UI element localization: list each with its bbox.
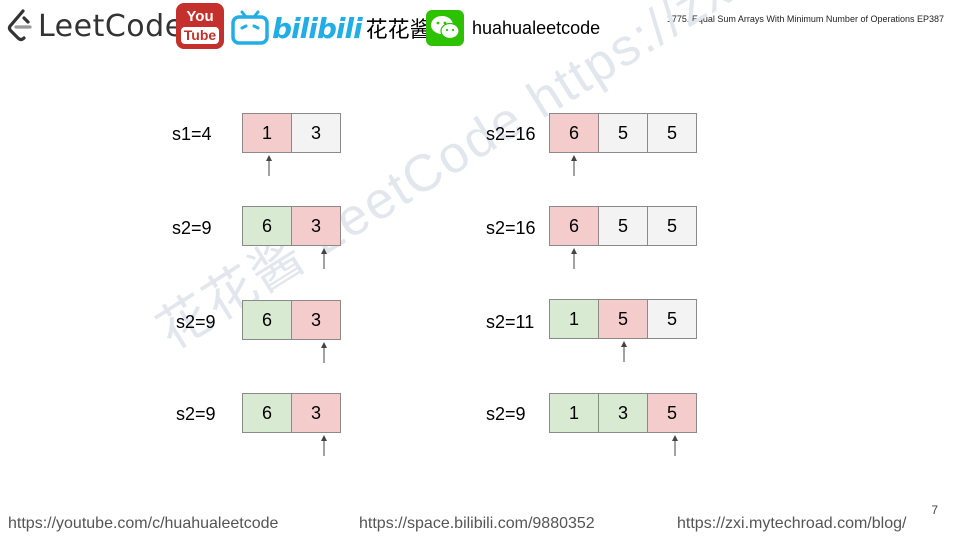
footer-youtube-link[interactable]: https://youtube.com/c/huahualeetcode (8, 515, 278, 533)
bilibili-logo: bilibili 花花酱 (230, 8, 432, 48)
leetcode-icon (7, 9, 32, 42)
pointer-arrow-icon (321, 248, 327, 269)
pointer-arrow-icon (672, 435, 678, 456)
row-label: s2=9 (486, 404, 526, 424)
wechat-icon (426, 10, 464, 46)
row-label: s2=16 (486, 124, 536, 144)
array-cell: 5 (598, 206, 648, 246)
row-label: s2=9 (176, 312, 216, 332)
pointer-arrow-icon (571, 155, 577, 176)
array-cell: 6 (242, 300, 292, 340)
array-cell: 3 (291, 393, 341, 433)
youtube-logo: You Tube (176, 3, 224, 49)
episode-title: 1775. Equal Sum Arrays With Minimum Numb… (666, 14, 944, 24)
array-cell: 5 (647, 206, 697, 246)
handle-text: huahualeetcode (472, 18, 601, 38)
array-cell: 6 (549, 206, 599, 246)
row-label: s2=9 (176, 404, 216, 424)
array-row: 1 3 (242, 113, 341, 153)
array-cell: 1 (549, 393, 599, 433)
youtube-text-tube: Tube (180, 27, 220, 44)
array-cell: 3 (598, 393, 648, 433)
array-cell: 3 (291, 300, 341, 340)
array-row: 1 5 5 (549, 299, 697, 339)
row-label: s1=4 (172, 124, 212, 144)
array-row: 1 3 5 (549, 393, 697, 433)
array-row: 6 5 5 (549, 206, 697, 246)
footer-bilibili-link[interactable]: https://space.bilibili.com/9880352 (359, 515, 595, 533)
page-number: 7 (931, 503, 938, 517)
array-cell: 6 (242, 393, 292, 433)
footer-blog-link[interactable]: https://zxi.mytechroad.com/blog/ (677, 515, 906, 533)
pointer-arrow-icon (621, 341, 627, 362)
array-cell: 6 (242, 206, 292, 246)
huahuajiang-text: 花花酱 (365, 18, 432, 43)
array-cell: 3 (291, 113, 341, 153)
array-row: 6 3 (242, 300, 341, 340)
array-cell: 6 (549, 113, 599, 153)
row-label: s2=9 (172, 218, 212, 238)
array-cell: 5 (598, 299, 648, 339)
array-cell: 5 (647, 299, 697, 339)
leetcode-text: LeetCode (38, 8, 184, 44)
array-cell: 5 (598, 113, 648, 153)
leetcode-logo: LeetCode (6, 6, 184, 46)
pointer-arrow-icon (571, 248, 577, 269)
youtube-text-you: You (186, 8, 214, 25)
array-cell: 3 (291, 206, 341, 246)
array-row: 6 3 (242, 393, 341, 433)
row-label: s2=11 (486, 312, 535, 332)
bilibili-text: bilibili (272, 11, 363, 45)
array-cell: 1 (242, 113, 292, 153)
array-cell: 1 (549, 299, 599, 339)
array-row: 6 3 (242, 206, 341, 246)
pointer-arrow-icon (266, 155, 272, 176)
row-label: s2=16 (486, 218, 536, 238)
pointer-arrow-icon (321, 435, 327, 456)
array-cell: 5 (647, 393, 697, 433)
array-row: 6 5 5 (549, 113, 697, 153)
bilibili-tv-icon (231, 10, 269, 45)
array-cell: 5 (647, 113, 697, 153)
pointer-arrow-icon (321, 342, 327, 363)
header: LeetCode You Tube bilibili 花花酱 huahualee… (0, 0, 960, 56)
